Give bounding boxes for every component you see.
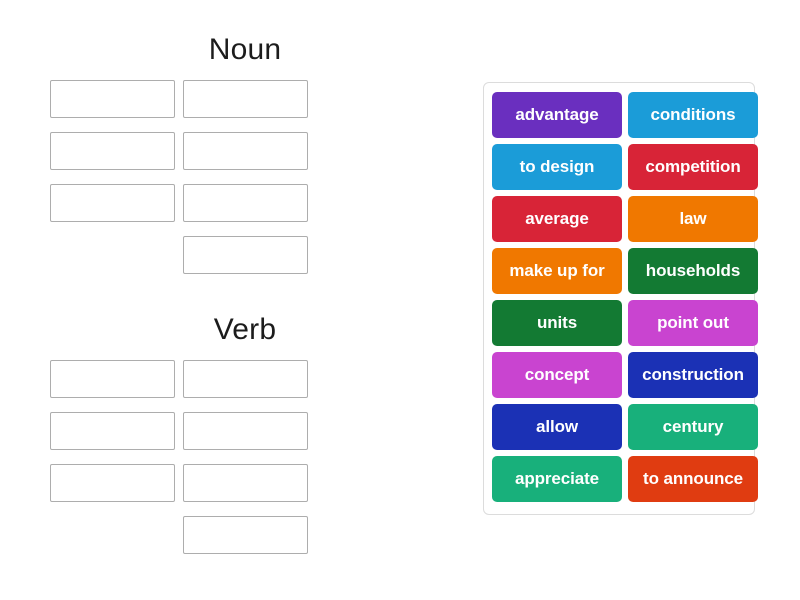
word-tile[interactable]: to announce [628, 456, 758, 502]
drop-slot[interactable] [183, 184, 308, 222]
word-tile-grid: advantage conditions to design competiti… [492, 92, 758, 502]
sorting-activity-board: Noun Verb advantage conditions to design… [0, 0, 800, 600]
group-noun-title: Noun [208, 33, 282, 66]
drop-slot[interactable] [183, 80, 308, 118]
word-tile[interactable]: century [628, 404, 758, 450]
word-tile[interactable]: point out [628, 300, 758, 346]
drop-slot[interactable] [50, 184, 175, 222]
word-tile[interactable]: law [628, 196, 758, 242]
group-verb-slots [50, 360, 440, 554]
group-noun-slots [50, 80, 440, 274]
drop-slot[interactable] [50, 132, 175, 170]
word-tile[interactable]: competition [628, 144, 758, 190]
word-tile[interactable]: units [492, 300, 622, 346]
word-tile[interactable]: conditions [628, 92, 758, 138]
word-tile[interactable]: concept [492, 352, 622, 398]
word-tile[interactable]: make up for [492, 248, 622, 294]
word-tile-panel: advantage conditions to design competiti… [483, 82, 758, 515]
drop-slot[interactable] [50, 464, 175, 502]
word-tile[interactable]: average [492, 196, 622, 242]
group-noun: Noun [50, 30, 440, 274]
drop-slot[interactable] [50, 80, 175, 118]
word-tile[interactable]: appreciate [492, 456, 622, 502]
drop-slot[interactable] [183, 236, 308, 274]
drop-slot[interactable] [183, 360, 308, 398]
drop-slot[interactable] [183, 132, 308, 170]
word-tile[interactable]: allow [492, 404, 622, 450]
word-tile[interactable]: advantage [492, 92, 622, 138]
word-tile[interactable]: to design [492, 144, 622, 190]
drop-slot[interactable] [183, 516, 308, 554]
word-tile[interactable]: households [628, 248, 758, 294]
word-tile[interactable]: construction [628, 352, 758, 398]
drop-slot[interactable] [183, 464, 308, 502]
drop-slot[interactable] [50, 360, 175, 398]
group-verb: Verb [50, 310, 440, 554]
drop-slot[interactable] [183, 412, 308, 450]
group-verb-title: Verb [213, 313, 277, 346]
drop-slot[interactable] [50, 412, 175, 450]
